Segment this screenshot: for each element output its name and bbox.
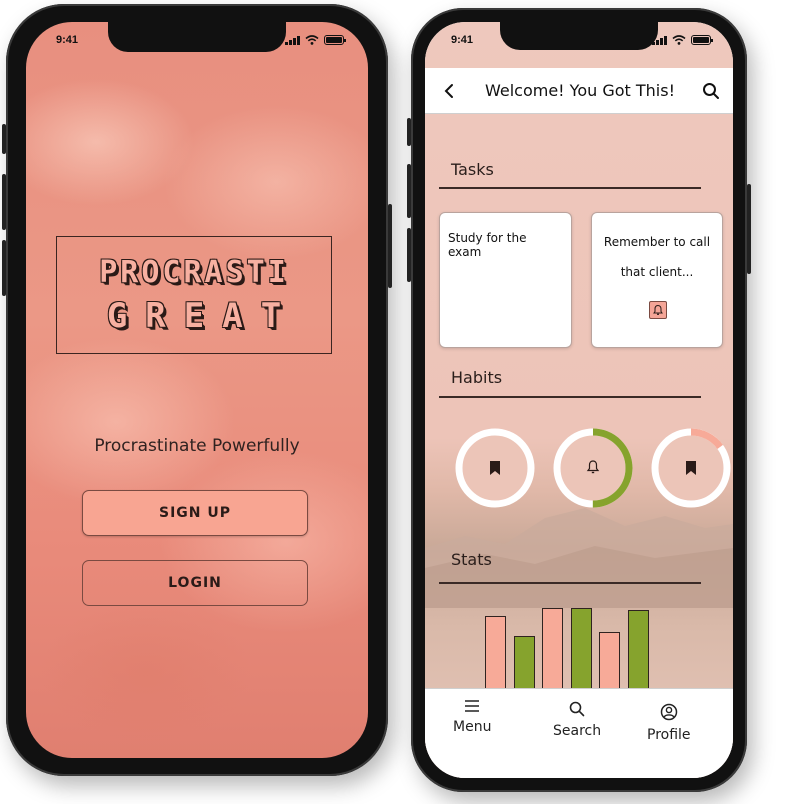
status-bar: 9:41 [26,32,368,48]
habits-divider [439,396,701,398]
tab-menu[interactable]: Menu [453,699,491,735]
header-title: Welcome! You Got This! [484,81,675,100]
tab-label: Search [553,723,602,739]
bell-icon [653,304,663,315]
home-screen: 9:41 Welcome! You Got This! Tasks Study … [425,22,733,778]
search-icon [702,82,719,99]
stats-divider [439,582,701,584]
welcome-screen: 9:41 PROCRASTI GREAT Procrastinate Power… [26,22,368,758]
status-bar: 9:41 [425,32,733,48]
volume-down-button [407,228,411,282]
habit-progress-ring[interactable] [553,428,633,508]
mute-switch [407,118,411,146]
tagline: Procrastinate Powerfully [94,436,300,456]
phone-home: 9:41 Welcome! You Got This! Tasks Study … [407,8,751,792]
habit-progress-ring[interactable] [651,428,731,508]
app-header: Welcome! You Got This! [425,68,733,114]
menu-icon [465,700,480,712]
search-icon [569,701,585,717]
profile-icon [660,703,678,721]
status-time: 9:41 [56,34,79,46]
task-card[interactable]: Study for the exam [439,212,572,348]
battery-icon [324,35,346,45]
tab-label: Profile [647,727,691,743]
signal-icon [285,35,300,45]
status-time: 9:41 [451,34,474,46]
sign-up-button[interactable]: SIGN UP [82,490,308,536]
volume-up-button [2,174,6,230]
reminder-button[interactable] [649,301,667,319]
logo-line-2: GREAT [106,295,300,336]
tab-search[interactable]: Search [553,701,601,739]
stats-title: Stats [451,550,492,569]
phone-welcome: 9:41 PROCRASTI GREAT Procrastinate Power… [2,4,392,776]
power-button [388,204,392,288]
wifi-icon [305,35,319,45]
battery-icon [691,35,713,45]
volume-down-button [2,240,6,296]
tab-profile[interactable]: Profile [647,703,691,743]
volume-up-button [407,164,411,218]
chevron-left-icon [444,83,453,98]
tasks-title: Tasks [451,160,494,179]
habits-title: Habits [451,368,503,387]
wifi-icon [672,35,686,45]
back-button[interactable] [439,81,459,101]
power-button [747,184,751,274]
tab-bar: Menu Search Profile [425,688,733,778]
app-logo: PROCRASTI GREAT [56,236,332,354]
search-button[interactable] [701,81,721,101]
mute-switch [2,124,6,154]
task-text: Remember to call that client... [603,235,711,279]
tab-label: Menu [453,719,492,735]
signal-icon [652,35,667,45]
habit-progress-ring[interactable] [455,428,535,508]
logo-line-1: PROCRASTI [99,254,289,290]
login-button[interactable]: LOGIN [82,560,308,606]
tasks-divider [439,187,701,189]
task-text: Study for the exam [448,231,527,259]
task-card[interactable]: Remember to call that client... [591,212,723,348]
